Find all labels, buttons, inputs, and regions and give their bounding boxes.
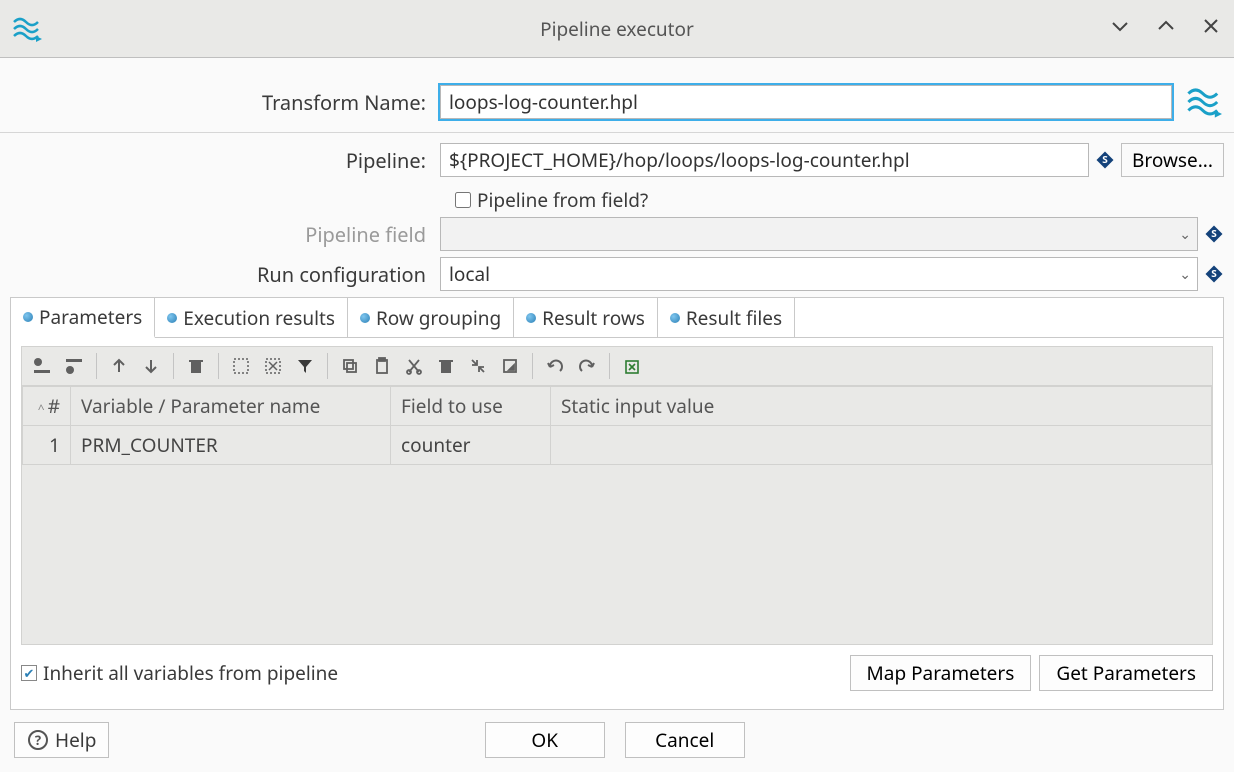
variable-icon[interactable]: S — [1204, 264, 1224, 284]
cut-icon[interactable] — [400, 352, 428, 380]
grid-toolbar — [21, 346, 1213, 386]
dialog-content: Transform Name: Pipeline: S Browse... — [0, 58, 1234, 772]
pipeline-path-input[interactable] — [440, 143, 1089, 177]
tab-body-parameters: # Variable / Parameter name Field to use… — [11, 338, 1223, 709]
copy-icon[interactable] — [336, 352, 364, 380]
tab-dot-icon — [360, 313, 370, 323]
window-title: Pipeline executor — [0, 16, 1234, 42]
tab-dot-icon — [670, 313, 680, 323]
ok-button[interactable]: OK — [485, 722, 605, 758]
help-button[interactable]: ? Help — [14, 722, 109, 758]
tab-container: Parameters Execution results Row groupin… — [10, 297, 1224, 710]
tabstrip: Parameters Execution results Row groupin… — [11, 298, 1223, 338]
tab-row-grouping[interactable]: Row grouping — [348, 298, 514, 337]
insert-row-before-icon[interactable] — [28, 352, 56, 380]
delete-icon[interactable] — [182, 352, 210, 380]
run-configuration-select[interactable]: local ⌄ — [440, 257, 1198, 291]
tab-parameters-label: Parameters — [39, 304, 142, 330]
tab-dot-icon — [526, 313, 536, 323]
chevron-down-icon: ⌄ — [1179, 265, 1191, 284]
chevron-down-icon: ⌄ — [1179, 225, 1191, 244]
tab-execution-results-label: Execution results — [183, 305, 335, 331]
cell-row-number[interactable]: 1 — [23, 426, 71, 465]
transform-icon — [1184, 82, 1224, 122]
get-parameters-button[interactable]: Get Parameters — [1039, 655, 1213, 691]
transform-name-input[interactable] — [440, 85, 1172, 119]
column-header-name[interactable]: Variable / Parameter name — [71, 387, 391, 426]
minimize-button[interactable] — [1106, 12, 1134, 45]
inherit-variables-label: Inherit all variables from pipeline — [43, 660, 338, 686]
svg-text:S: S — [1102, 152, 1108, 166]
svg-text:S: S — [1211, 266, 1217, 280]
parameters-grid[interactable]: # Variable / Parameter name Field to use… — [21, 386, 1213, 645]
map-parameters-button[interactable]: Map Parameters — [850, 655, 1032, 691]
window-controls — [1106, 12, 1224, 45]
tab-dot-icon — [23, 312, 33, 322]
help-icon: ? — [27, 729, 49, 751]
cell-parameter-name[interactable]: PRM_COUNTER — [71, 426, 391, 465]
close-button[interactable] — [1198, 13, 1224, 44]
filter-icon[interactable] — [291, 352, 319, 380]
pipeline-field-select[interactable]: ⌄ — [440, 217, 1198, 251]
expand-icon[interactable] — [496, 352, 524, 380]
svg-text:S: S — [1211, 226, 1217, 240]
tab-result-files-label: Result files — [686, 305, 782, 331]
run-configuration-value: local — [449, 261, 490, 287]
insert-row-after-icon[interactable] — [60, 352, 88, 380]
column-header-static[interactable]: Static input value — [551, 387, 1212, 426]
browse-button[interactable]: Browse... — [1121, 143, 1224, 177]
pipeline-field-label: Pipeline field — [10, 221, 440, 248]
tab-row-grouping-label: Row grouping — [376, 305, 501, 331]
export-excel-icon[interactable] — [618, 352, 646, 380]
tab-result-rows[interactable]: Result rows — [514, 298, 658, 337]
tab-dot-icon — [167, 313, 177, 323]
dialog-footer: ? Help OK Cancel — [10, 710, 1224, 772]
redo-icon[interactable] — [573, 352, 601, 380]
tab-result-rows-label: Result rows — [542, 305, 645, 331]
transform-name-label: Transform Name: — [10, 89, 440, 116]
table-row[interactable]: 1 PRM_COUNTER counter — [23, 426, 1212, 465]
cancel-button[interactable]: Cancel — [625, 722, 745, 758]
maximize-button[interactable] — [1152, 12, 1180, 45]
cell-field-to-use[interactable]: counter — [391, 426, 551, 465]
column-header-field[interactable]: Field to use — [391, 387, 551, 426]
variable-icon[interactable]: S — [1095, 150, 1115, 170]
undo-icon[interactable] — [541, 352, 569, 380]
pipeline-from-field-checkbox[interactable] — [455, 192, 471, 208]
run-configuration-label: Run configuration — [10, 261, 440, 288]
table-header-row: # Variable / Parameter name Field to use… — [23, 387, 1212, 426]
move-down-icon[interactable] — [137, 352, 165, 380]
clear-selection-icon[interactable] — [259, 352, 287, 380]
tab-execution-results[interactable]: Execution results — [155, 298, 348, 337]
inherit-variables-checkbox[interactable]: ✔ — [21, 665, 37, 681]
pipeline-executor-icon — [10, 12, 44, 46]
paste-icon[interactable] — [368, 352, 396, 380]
tab-result-files[interactable]: Result files — [658, 298, 795, 337]
column-header-number[interactable]: # — [23, 387, 71, 426]
move-up-icon[interactable] — [105, 352, 133, 380]
tab-parameters[interactable]: Parameters — [11, 298, 155, 338]
pipeline-label: Pipeline: — [10, 147, 440, 174]
select-all-icon[interactable] — [227, 352, 255, 380]
svg-text:?: ? — [35, 731, 41, 749]
cell-static-value[interactable] — [551, 426, 1212, 465]
help-label: Help — [55, 727, 96, 753]
variable-icon[interactable]: S — [1204, 224, 1224, 244]
titlebar: Pipeline executor — [0, 0, 1234, 58]
collapse-icon[interactable] — [464, 352, 492, 380]
pipeline-from-field-label: Pipeline from field? — [477, 187, 648, 213]
delete-all-icon[interactable] — [432, 352, 460, 380]
